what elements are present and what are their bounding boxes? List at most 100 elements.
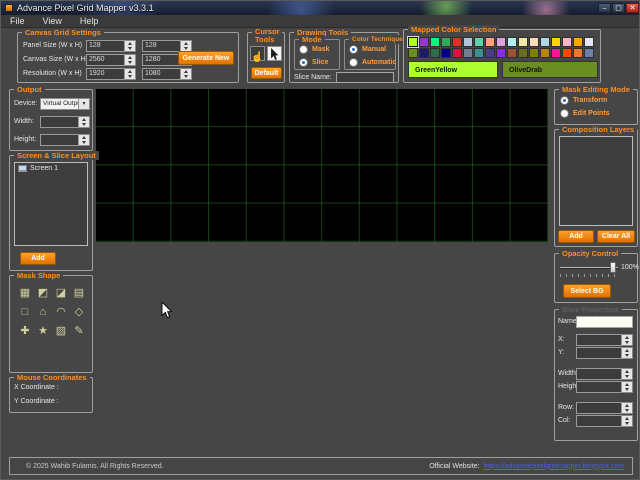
palette-swatch[interactable]: [441, 37, 451, 47]
secondary-color-swatch[interactable]: OliveDrab: [502, 61, 598, 78]
close-button[interactable]: ✕: [626, 3, 639, 13]
palette-swatch[interactable]: [529, 37, 539, 47]
slice-name-field[interactable]: [576, 316, 633, 328]
palette-swatch[interactable]: [452, 37, 462, 47]
minimize-button[interactable]: –: [598, 3, 611, 13]
primary-color-swatch[interactable]: GreenYellow: [408, 61, 498, 78]
mask-shape-button[interactable]: ◪: [53, 285, 69, 302]
title-bar[interactable]: Advance Pixel Grid Mapper v3.3.1 – ▢ ✕: [1, 1, 639, 15]
palette-swatch[interactable]: [529, 48, 539, 58]
generate-new-button[interactable]: Generate New: [178, 51, 234, 65]
palette-swatch[interactable]: [518, 37, 528, 47]
panel-size-w-spinner[interactable]: 128: [86, 40, 136, 52]
mask-shape-button[interactable]: ▦: [17, 285, 33, 302]
spinner-buttons[interactable]: [125, 40, 136, 52]
arrow-tool-button[interactable]: [267, 46, 282, 61]
palette-swatch[interactable]: [463, 48, 473, 58]
select-bg-button[interactable]: Select BG: [563, 284, 611, 298]
mask-shape-button[interactable]: □: [17, 304, 33, 321]
add-layer-button[interactable]: Add: [558, 230, 594, 243]
resolution-h-spinner[interactable]: 1080: [142, 68, 192, 80]
website-link[interactable]: https://advancepixelgridmapper.blogspot.…: [484, 463, 624, 470]
output-width-spinner[interactable]: [40, 116, 90, 128]
dropdown-arrow-icon[interactable]: ▾: [79, 98, 90, 110]
slice-row-spinner[interactable]: [576, 402, 633, 414]
palette-swatch[interactable]: [485, 37, 495, 47]
spinner-buttons[interactable]: [622, 334, 633, 346]
spinner-buttons[interactable]: [622, 381, 633, 393]
palette-swatch[interactable]: [584, 48, 594, 58]
slice-mode-radio[interactable]: Slice: [299, 58, 328, 67]
palette-swatch[interactable]: [573, 37, 583, 47]
hand-tool-button[interactable]: ☝: [250, 46, 265, 63]
palette-swatch[interactable]: [430, 37, 440, 47]
slice-name-input[interactable]: [336, 72, 394, 83]
palette-swatch[interactable]: [441, 48, 451, 58]
spinner-buttons[interactable]: [181, 68, 192, 80]
menu-item[interactable]: Help: [71, 15, 108, 28]
palette-swatch[interactable]: [419, 48, 429, 58]
palette-swatch[interactable]: [540, 48, 550, 58]
palette-swatch[interactable]: [463, 37, 473, 47]
palette-swatch[interactable]: [507, 48, 517, 58]
slice-width-spinner[interactable]: [576, 368, 633, 380]
palette-swatch[interactable]: [474, 48, 484, 58]
spinner-buttons[interactable]: [622, 402, 633, 414]
default-cursor-button[interactable]: Default: [251, 67, 282, 79]
resolution-w-spinner[interactable]: 1920: [86, 68, 136, 80]
palette-swatch[interactable]: [407, 36, 419, 48]
spinner-buttons[interactable]: [622, 368, 633, 380]
spinner-buttons[interactable]: [125, 68, 136, 80]
palette-swatch[interactable]: [496, 48, 506, 58]
transform-radio[interactable]: Transform: [560, 96, 607, 105]
manual-color-radio[interactable]: Manual: [349, 45, 386, 54]
output-height-spinner[interactable]: [40, 134, 90, 146]
spinner-buttons[interactable]: [125, 54, 136, 66]
mask-shape-button[interactable]: ✚: [17, 323, 33, 340]
mask-shape-button[interactable]: ▤: [71, 285, 87, 302]
mask-shape-button[interactable]: ⌂: [35, 304, 51, 321]
spinner-buttons[interactable]: [79, 116, 90, 128]
mask-shape-button[interactable]: ◇: [71, 304, 87, 321]
palette-swatch[interactable]: [573, 48, 583, 58]
screen-tree[interactable]: Screen 1: [14, 162, 88, 246]
slice-col-spinner[interactable]: [576, 415, 633, 427]
palette-swatch[interactable]: [584, 37, 594, 47]
palette-swatch[interactable]: [518, 48, 528, 58]
slice-height-spinner[interactable]: [576, 381, 633, 393]
palette-swatch[interactable]: [496, 37, 506, 47]
menu-item[interactable]: View: [34, 15, 71, 28]
palette-swatch[interactable]: [551, 37, 561, 47]
palette-swatch[interactable]: [430, 48, 440, 58]
spinner-buttons[interactable]: [622, 347, 633, 359]
palette-swatch[interactable]: [474, 37, 484, 47]
mask-mode-radio[interactable]: Mask: [299, 45, 330, 54]
palette-swatch[interactable]: [562, 37, 572, 47]
palette-swatch[interactable]: [507, 37, 517, 47]
device-select[interactable]: Virtual Output ▾: [40, 98, 90, 110]
menu-item[interactable]: File: [1, 15, 34, 28]
palette-swatch[interactable]: [551, 48, 561, 58]
mask-shape-button[interactable]: ◩: [35, 285, 51, 302]
spinner-buttons[interactable]: [79, 134, 90, 146]
slice-x-spinner[interactable]: [576, 334, 633, 346]
mask-shape-button[interactable]: ▨: [53, 323, 69, 340]
tree-item-screen[interactable]: Screen 1: [15, 163, 87, 174]
palette-swatch[interactable]: [408, 48, 418, 58]
mapping-canvas[interactable]: [96, 89, 548, 242]
automatic-color-radio[interactable]: Automatic: [349, 58, 396, 67]
maximize-button[interactable]: ▢: [612, 3, 625, 13]
mask-shape-button[interactable]: ◠: [53, 304, 69, 321]
spinner-buttons[interactable]: [622, 415, 633, 427]
add-screen-button[interactable]: Add: [20, 252, 56, 265]
mask-shape-button[interactable]: ✎: [71, 323, 87, 340]
mask-shape-button[interactable]: ★: [35, 323, 51, 340]
edit-points-radio[interactable]: Edit Points: [560, 109, 610, 118]
slider-thumb[interactable]: [609, 262, 616, 273]
palette-swatch[interactable]: [419, 37, 429, 47]
clear-all-layers-button[interactable]: Clear All: [597, 230, 635, 243]
slice-y-spinner[interactable]: [576, 347, 633, 359]
opacity-slider[interactable]: [560, 262, 618, 277]
palette-swatch[interactable]: [562, 48, 572, 58]
composition-layers-list[interactable]: [559, 136, 633, 226]
